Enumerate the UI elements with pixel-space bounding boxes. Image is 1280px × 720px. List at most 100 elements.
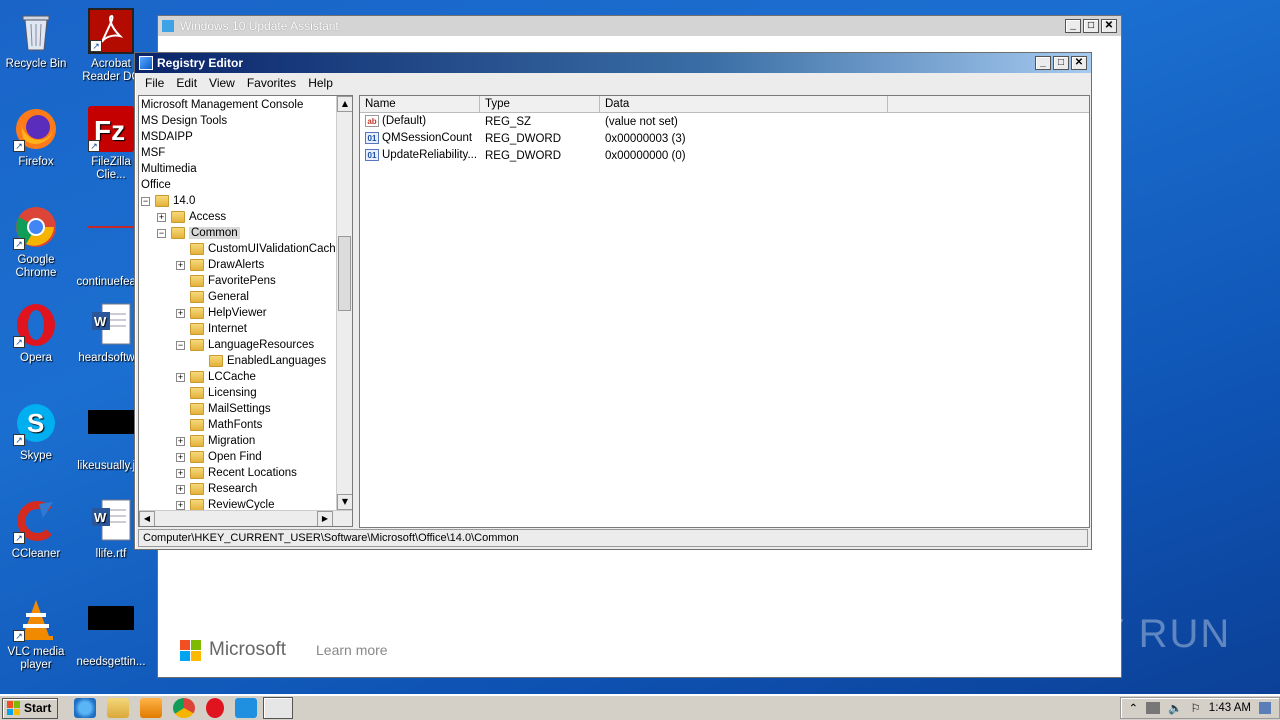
- skype-icon: S ↗: [13, 400, 59, 446]
- value-row[interactable]: 01 UpdateReliability... REG_DWORD 0x00000…: [360, 147, 1089, 164]
- expand-icon[interactable]: +: [176, 500, 185, 510]
- action-center-flag-icon[interactable]: ⚐: [1190, 701, 1200, 715]
- clock[interactable]: 1:43 AM: [1209, 702, 1251, 714]
- close-button[interactable]: ✕: [1071, 56, 1087, 70]
- maximize-button[interactable]: □: [1053, 56, 1069, 70]
- tree-item[interactable]: Office: [141, 177, 171, 193]
- menu-view[interactable]: View: [203, 76, 241, 90]
- tree-item[interactable]: − LanguageResources: [176, 337, 314, 353]
- folder-icon: [209, 355, 223, 367]
- tray-expand-icon[interactable]: ⌃: [1129, 701, 1139, 715]
- scroll-down-arrow-icon[interactable]: ▼: [337, 494, 352, 510]
- expand-icon[interactable]: +: [176, 436, 185, 446]
- tree-item[interactable]: − 14.0: [141, 193, 195, 209]
- collapse-icon[interactable]: −: [157, 228, 166, 238]
- menu-help[interactable]: Help: [302, 76, 339, 90]
- start-button[interactable]: Start: [2, 697, 59, 719]
- desktop-icon-ccleaner[interactable]: ↗ CCleaner: [0, 498, 72, 561]
- scrollbar-thumb[interactable]: [338, 236, 351, 311]
- folder-icon: [190, 387, 204, 399]
- tree-item[interactable]: Licensing: [176, 385, 257, 401]
- tree-item[interactable]: Internet: [176, 321, 247, 337]
- volume-icon[interactable]: 🔈: [1168, 701, 1182, 715]
- column-header-data[interactable]: Data: [600, 96, 888, 112]
- update-assistant-task-icon[interactable]: [235, 698, 258, 718]
- desktop-icon-needsgettin[interactable]: needsgettin...: [75, 596, 147, 669]
- show-desktop-icon[interactable]: [1259, 702, 1271, 714]
- desktop-icon-firefox[interactable]: ↗ Firefox: [0, 106, 72, 169]
- tree-item[interactable]: General: [176, 289, 249, 305]
- tree-vertical-scrollbar[interactable]: ▲ ▼: [336, 96, 352, 510]
- registry-values-list[interactable]: Name Type Data ab (Default) REG_SZ (value…: [359, 95, 1090, 528]
- scroll-right-arrow-icon[interactable]: ▶: [317, 511, 333, 526]
- tree-item-label: MSDAIPP: [141, 131, 193, 143]
- expand-icon[interactable]: +: [176, 260, 185, 270]
- expand-icon[interactable]: +: [176, 372, 185, 382]
- expand-icon[interactable]: +: [176, 484, 185, 494]
- minimize-button[interactable]: _: [1035, 56, 1051, 70]
- collapse-icon[interactable]: −: [141, 196, 150, 206]
- tree-item[interactable]: MailSettings: [176, 401, 271, 417]
- network-icon[interactable]: [1146, 702, 1161, 714]
- tree-item[interactable]: + DrawAlerts: [176, 257, 264, 273]
- tree-item[interactable]: MathFonts: [176, 417, 262, 433]
- menu-edit[interactable]: Edit: [170, 76, 203, 90]
- tree-item[interactable]: EnabledLanguages: [195, 353, 326, 369]
- tree-item[interactable]: MSF: [141, 145, 165, 161]
- tree-item-label: DrawAlerts: [208, 259, 265, 271]
- tree-item[interactable]: Multimedia: [141, 161, 197, 177]
- registry-key-tree[interactable]: Microsoft Management Console MS Design T…: [138, 95, 353, 527]
- tree-item[interactable]: + Recent Locations: [176, 465, 297, 481]
- update-assistant-titlebar[interactable]: Windows 10 Update Assistant _ □ ✕: [158, 16, 1121, 36]
- tree-item[interactable]: FavoritePens: [176, 273, 276, 289]
- file-explorer-icon[interactable]: [107, 698, 130, 718]
- expand-icon[interactable]: +: [176, 452, 185, 462]
- tree-item[interactable]: + Access: [157, 209, 226, 225]
- tree-item[interactable]: MS Design Tools: [141, 113, 227, 129]
- opera-icon[interactable]: [206, 698, 225, 718]
- chrome-icon[interactable]: [173, 698, 196, 718]
- folder-icon: [190, 483, 204, 495]
- media-player-icon[interactable]: [140, 698, 163, 718]
- value-row[interactable]: ab (Default) REG_SZ (value not set): [360, 113, 1089, 130]
- maximize-button[interactable]: □: [1083, 19, 1099, 33]
- registry-editor-window[interactable]: Registry Editor _ □ ✕ File Edit View Fav…: [134, 52, 1092, 550]
- tree-horizontal-scrollbar[interactable]: ◀ ▶: [139, 510, 352, 526]
- tree-item[interactable]: CustomUIValidationCache: [176, 241, 342, 257]
- tree-item[interactable]: + Open Find: [176, 449, 262, 465]
- learn-more-link[interactable]: Learn more: [316, 642, 388, 658]
- desktop-icon-skype[interactable]: S ↗ Skype: [0, 400, 72, 463]
- collapse-icon[interactable]: −: [176, 340, 185, 350]
- folder-icon: [190, 403, 204, 415]
- menu-favorites[interactable]: Favorites: [241, 76, 302, 90]
- close-button[interactable]: ✕: [1101, 19, 1117, 33]
- recycle-bin-icon: [13, 8, 59, 54]
- expand-icon[interactable]: +: [157, 212, 166, 222]
- scroll-up-arrow-icon[interactable]: ▲: [337, 96, 352, 112]
- registry-editor-task-button[interactable]: [263, 697, 294, 719]
- folder-icon: [190, 323, 204, 335]
- tree-item[interactable]: MSDAIPP: [141, 129, 193, 145]
- dword-value-icon: 01: [365, 132, 379, 145]
- tree-item[interactable]: + LCCache: [176, 369, 256, 385]
- scroll-left-arrow-icon[interactable]: ◀: [139, 511, 155, 526]
- column-header-type[interactable]: Type: [480, 96, 600, 112]
- menu-file[interactable]: File: [139, 76, 170, 90]
- tree-item-selected[interactable]: − Common: [157, 225, 240, 241]
- svg-text:S: S: [27, 408, 44, 438]
- expand-icon[interactable]: +: [176, 308, 185, 318]
- registry-editor-titlebar[interactable]: Registry Editor _ □ ✕: [135, 53, 1091, 73]
- value-row[interactable]: 01 QMSessionCount REG_DWORD 0x00000003 (3…: [360, 130, 1089, 147]
- column-header-name[interactable]: Name: [360, 96, 480, 112]
- tree-item[interactable]: Microsoft Management Console: [141, 97, 303, 113]
- desktop-icon-opera[interactable]: ↗ Opera: [0, 302, 72, 365]
- internet-explorer-icon[interactable]: [74, 698, 97, 718]
- desktop-icon-vlc[interactable]: ↗ VLC media player: [0, 596, 72, 672]
- tree-item[interactable]: + HelpViewer: [176, 305, 267, 321]
- minimize-button[interactable]: _: [1065, 19, 1081, 33]
- desktop-icon-google-chrome[interactable]: ↗ Google Chrome: [0, 204, 72, 280]
- tree-item[interactable]: + Research: [176, 481, 257, 497]
- expand-icon[interactable]: +: [176, 468, 185, 478]
- desktop-icon-recycle-bin[interactable]: Recycle Bin: [0, 8, 72, 71]
- tree-item[interactable]: + Migration: [176, 433, 255, 449]
